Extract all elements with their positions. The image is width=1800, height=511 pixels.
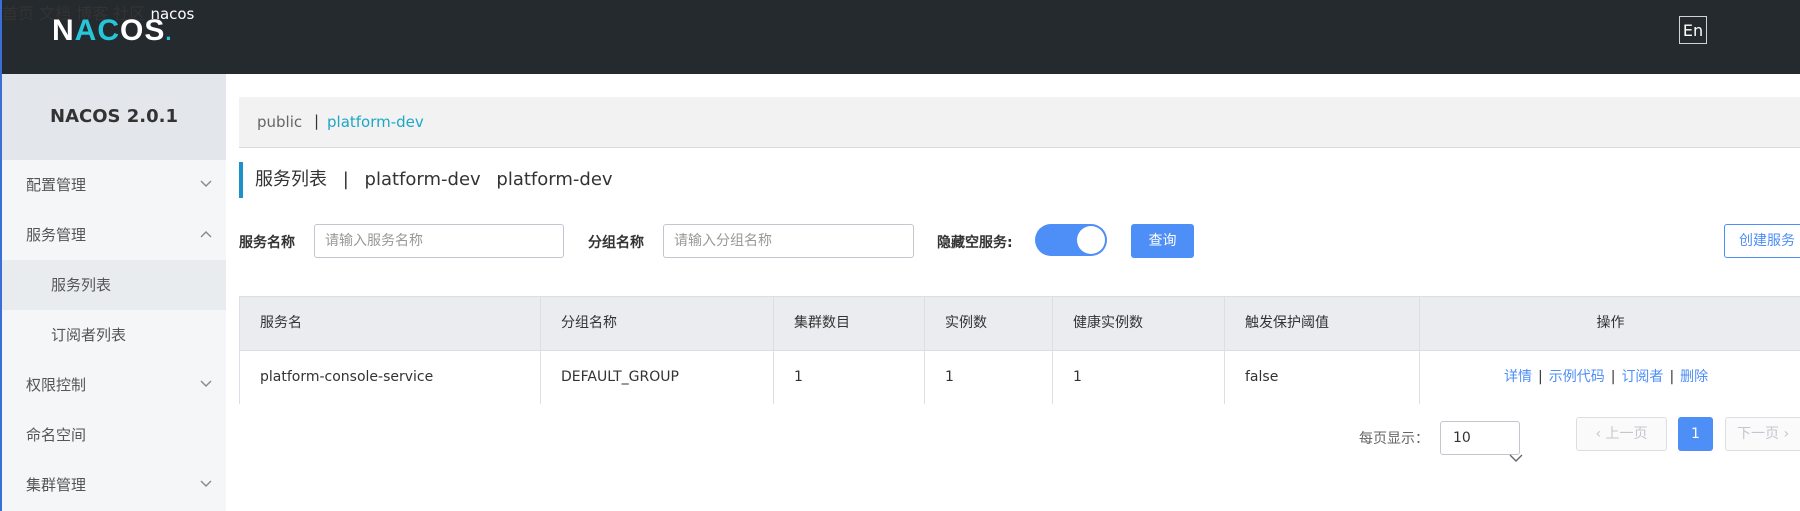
page-title: 服务列表 | platform-dev platform-dev [239, 162, 623, 198]
page-size-label: 每页显示： [1359, 431, 1429, 447]
query-button[interactable]: 查询 [1131, 224, 1194, 258]
prev-page-label: 上一页 [1605, 426, 1648, 442]
column-header-healthy-instance-count: 健康实例数 [1053, 297, 1225, 350]
sidebar-item-label: 订阅者列表 [51, 326, 127, 344]
namespace-separator: | [314, 112, 320, 130]
sidebar-item-config-management[interactable]: 配置管理 [2, 160, 226, 210]
top-header: NACOS. 首页 文档 博客 社区 En nacos [0, 0, 1800, 74]
action-separator: | [1610, 369, 1616, 385]
column-header-instance-count: 实例数 [925, 297, 1053, 350]
sidebar-item-label: 权限控制 [26, 376, 87, 394]
chevron-down-icon [200, 360, 214, 410]
nav-home-link[interactable]: 首页 [2, 4, 34, 23]
sidebar-item-label: 服务管理 [26, 226, 87, 244]
page-title-text: 服务列表 [255, 169, 327, 190]
cell-cluster-count: 1 [774, 351, 925, 404]
page-namespace-id: platform-dev [496, 169, 613, 190]
sidebar-item-service-list[interactable]: 服务列表 [2, 260, 226, 310]
column-header-service-name: 服务名 [240, 297, 541, 350]
sidebar-item-service-management[interactable]: 服务管理 [2, 210, 226, 260]
page-number-button[interactable]: 1 [1678, 417, 1713, 451]
column-header-group-name: 分组名称 [541, 297, 774, 350]
column-header-actions: 操作 [1596, 315, 1625, 331]
action-separator: | [1538, 369, 1543, 385]
table-header: 服务名 分组名称 集群数目 实例数 健康实例数 触发保护阈值 操作 [240, 297, 1800, 350]
namespace-bar: public | platform-dev [239, 97, 1800, 148]
cell-service-name: platform-console-service [240, 351, 541, 404]
page-namespace-name: platform-dev [364, 169, 481, 190]
subscribers-link[interactable]: 订阅者 [1621, 369, 1663, 385]
sidebar: NACOS 2.0.1 配置管理 服务管理 服务列表 订阅者列表 权限控制 命名… [0, 74, 226, 511]
cell-protect-threshold: false [1225, 351, 1420, 404]
toggle-knob [1077, 226, 1105, 254]
group-name-label: 分组名称 [588, 235, 644, 251]
service-name-label: 服务名称 [239, 235, 295, 251]
page-title-separator: | [342, 169, 349, 190]
cell-instance-count: 1 [925, 351, 1053, 404]
hide-empty-services-toggle[interactable] [1035, 224, 1107, 256]
sidebar-item-label: 命名空间 [26, 426, 87, 444]
chevron-right-icon: › [1783, 426, 1790, 442]
column-header-protect-threshold: 触发保护阈值 [1225, 297, 1420, 350]
next-page-label: 下一页 [1737, 426, 1779, 442]
cell-group-name: DEFAULT_GROUP [541, 351, 774, 404]
cell-healthy-instance-count: 1 [1053, 351, 1225, 404]
nacos-logo[interactable]: NACOS. [52, 14, 173, 48]
sidebar-item-label: 配置管理 [26, 176, 87, 194]
details-link[interactable]: 详情 [1504, 369, 1532, 385]
column-header-cluster-count: 集群数目 [774, 297, 925, 350]
chevron-down-icon [200, 160, 214, 210]
sidebar-title: NACOS 2.0.1 [2, 74, 226, 160]
sidebar-item-label: 集群管理 [26, 476, 87, 494]
service-table: 服务名 分组名称 集群数目 实例数 健康实例数 触发保护阈值 操作 platfo… [239, 296, 1800, 404]
create-service-button[interactable]: 创建服务 [1724, 224, 1800, 258]
namespace-public-link[interactable]: public [257, 113, 302, 131]
chevron-down-icon [200, 460, 214, 510]
service-name-input[interactable]: 请输入服务名称 [314, 224, 564, 258]
next-page-button[interactable]: 下一页 › [1725, 417, 1800, 451]
page-size-select[interactable]: 10 [1440, 421, 1523, 462]
delete-link[interactable]: 删除 [1680, 369, 1708, 385]
language-toggle-button[interactable]: En [1679, 16, 1707, 44]
sidebar-item-namespace[interactable]: 命名空间 [2, 410, 226, 460]
sidebar-item-cluster-management[interactable]: 集群管理 [2, 460, 226, 510]
page-size-value: 10 [1453, 430, 1471, 446]
sidebar-item-label: 服务列表 [51, 276, 112, 294]
sidebar-item-subscriber-list[interactable]: 订阅者列表 [2, 310, 226, 360]
hide-empty-services-label: 隐藏空服务: [937, 235, 1013, 251]
prev-page-button[interactable]: ‹ 上一页 [1576, 417, 1667, 451]
group-name-input[interactable]: 请输入分组名称 [663, 224, 914, 258]
sidebar-item-access-control[interactable]: 权限控制 [2, 360, 226, 410]
sample-code-link[interactable]: 示例代码 [1549, 369, 1605, 385]
chevron-up-icon [200, 210, 214, 260]
table-row: platform-console-service DEFAULT_GROUP 1… [240, 350, 1800, 404]
action-separator: | [1669, 369, 1675, 385]
cell-actions: 详情 | 示例代码 | 订阅者 | 删除 [1420, 351, 1800, 404]
namespace-platform-dev-link[interactable]: platform-dev [327, 113, 424, 131]
chevron-left-icon: ‹ [1595, 426, 1602, 442]
